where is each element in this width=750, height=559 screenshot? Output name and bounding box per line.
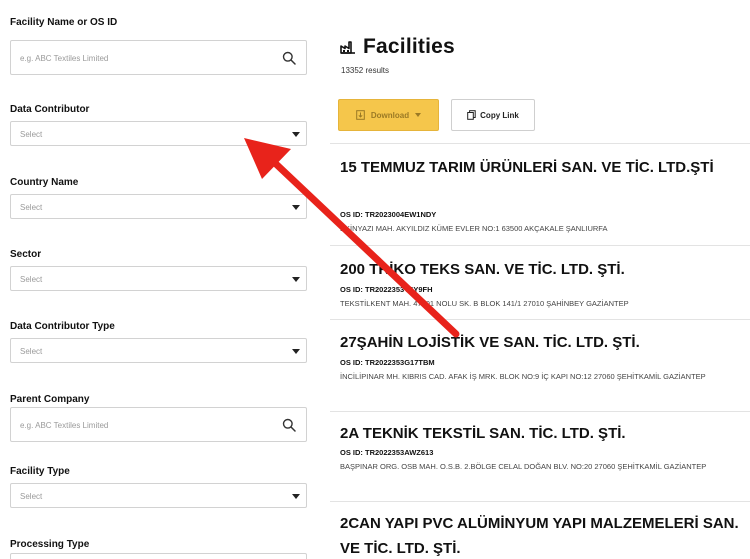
facility-address: TEKSTİLKENT MAH. 47001 NOLU SK. B BLOK 1… (340, 299, 629, 308)
sector-label: Sector (10, 249, 42, 260)
search-icon[interactable] (282, 418, 296, 432)
list-item[interactable]: 2A TEKNİK TEKSTİL SAN. TİC. LTD. ŞTİ. OS… (330, 411, 750, 498)
facility-name-link[interactable]: 2CAN YAPI PVC ALÜMİNYUM YAPI MALZEMELERİ… (340, 511, 745, 559)
copy-link-button[interactable]: Copy Link (451, 99, 535, 131)
facility-os-id: OS ID: TR2022353Y6Y9FH (340, 285, 433, 294)
chevron-down-icon (292, 205, 300, 210)
chevron-down-icon (292, 277, 300, 282)
data-contributor-select[interactable]: Select (10, 121, 307, 146)
country-name-label: Country Name (10, 177, 79, 188)
processing-type-select[interactable] (10, 553, 307, 559)
list-item[interactable]: 2CAN YAPI PVC ALÜMİNYUM YAPI MALZEMELERİ… (330, 501, 750, 559)
sector-select[interactable]: Select (10, 266, 307, 291)
facility-address: İNCİLİPINAR MH. KIBRIS CAD. AFAK İŞ MRK.… (340, 372, 706, 381)
facility-name-placeholder: e.g. ABC Textiles Limited (20, 54, 109, 63)
facility-os-id: OS ID: TR2022353AWZ613 (340, 448, 434, 457)
page-title: Facilities (363, 35, 455, 58)
download-label: Download (370, 110, 410, 120)
sector-placeholder: Select (20, 275, 43, 284)
copy-link-label: Copy Link (480, 110, 519, 120)
factory-icon (340, 41, 355, 54)
results-header: Facilities (340, 35, 455, 59)
facility-os-id: OS ID: TR2023004EW1NDY (340, 210, 437, 219)
list-item[interactable]: 15 TEMMUZ TARIM ÜRÜNLERİ SAN. VE TİC. LT… (330, 143, 750, 238)
facility-name-link[interactable]: 2A TEKNİK TEKSTİL SAN. TİC. LTD. ŞTİ. (340, 421, 745, 446)
filter-sidebar: Facility Name or OS ID e.g. ABC Textiles… (0, 0, 320, 559)
parent-company-search-input[interactable]: e.g. ABC Textiles Limited (10, 407, 307, 442)
parent-company-label: Parent Company (10, 394, 90, 405)
facility-name-link[interactable]: 27ŞAHİN LOJİSTİK VE SAN. TİC. LTD. ŞTİ. (340, 330, 745, 355)
processing-type-label: Processing Type (10, 539, 90, 550)
data-contributor-label: Data Contributor (10, 104, 90, 115)
facility-address: EKİNYAZI MAH. AKYILDIZ KÜME EVLER NO:1 6… (340, 224, 608, 233)
data-contributor-type-label: Data Contributor Type (10, 321, 115, 332)
data-contributor-placeholder: Select (20, 130, 43, 139)
facility-type-select[interactable]: Select (10, 483, 307, 508)
facility-name-search-input[interactable]: e.g. ABC Textiles Limited (10, 40, 307, 75)
parent-company-placeholder: e.g. ABC Textiles Limited (20, 421, 109, 430)
facility-os-id: OS ID: TR2022353G17TBM (340, 358, 435, 367)
chevron-down-icon (292, 494, 300, 499)
chevron-down-icon (292, 349, 300, 354)
list-item[interactable]: 27ŞAHİN LOJİSTİK VE SAN. TİC. LTD. ŞTİ. … (330, 319, 750, 403)
facility-type-placeholder: Select (20, 492, 43, 501)
facility-name-label: Facility Name or OS ID (10, 17, 118, 28)
facility-name-link[interactable]: 200 TRİKO TEKS SAN. VE TİC. LTD. ŞTİ. (340, 257, 745, 282)
download-icon (356, 110, 365, 120)
copy-icon (467, 110, 476, 120)
results-panel: Facilities 13352 results Download Copy L… (330, 0, 750, 559)
country-name-placeholder: Select (20, 203, 43, 212)
country-name-select[interactable]: Select (10, 194, 307, 219)
facility-type-label: Facility Type (10, 466, 70, 477)
data-contributor-type-placeholder: Select (20, 347, 43, 356)
list-item[interactable]: 200 TRİKO TEKS SAN. VE TİC. LTD. ŞTİ. OS… (330, 245, 750, 313)
download-button[interactable]: Download (338, 99, 439, 131)
search-icon[interactable] (282, 51, 296, 65)
facility-name-link[interactable]: 15 TEMMUZ TARIM ÜRÜNLERİ SAN. VE TİC. LT… (340, 155, 745, 180)
results-count: 13352 results (341, 66, 390, 75)
data-contributor-type-select[interactable]: Select (10, 338, 307, 363)
facility-address: BAŞPINAR ORG. OSB MAH. O.S.B. 2.BÖLGE CE… (340, 462, 707, 471)
chevron-down-icon (292, 132, 300, 137)
chevron-down-icon (415, 113, 422, 117)
